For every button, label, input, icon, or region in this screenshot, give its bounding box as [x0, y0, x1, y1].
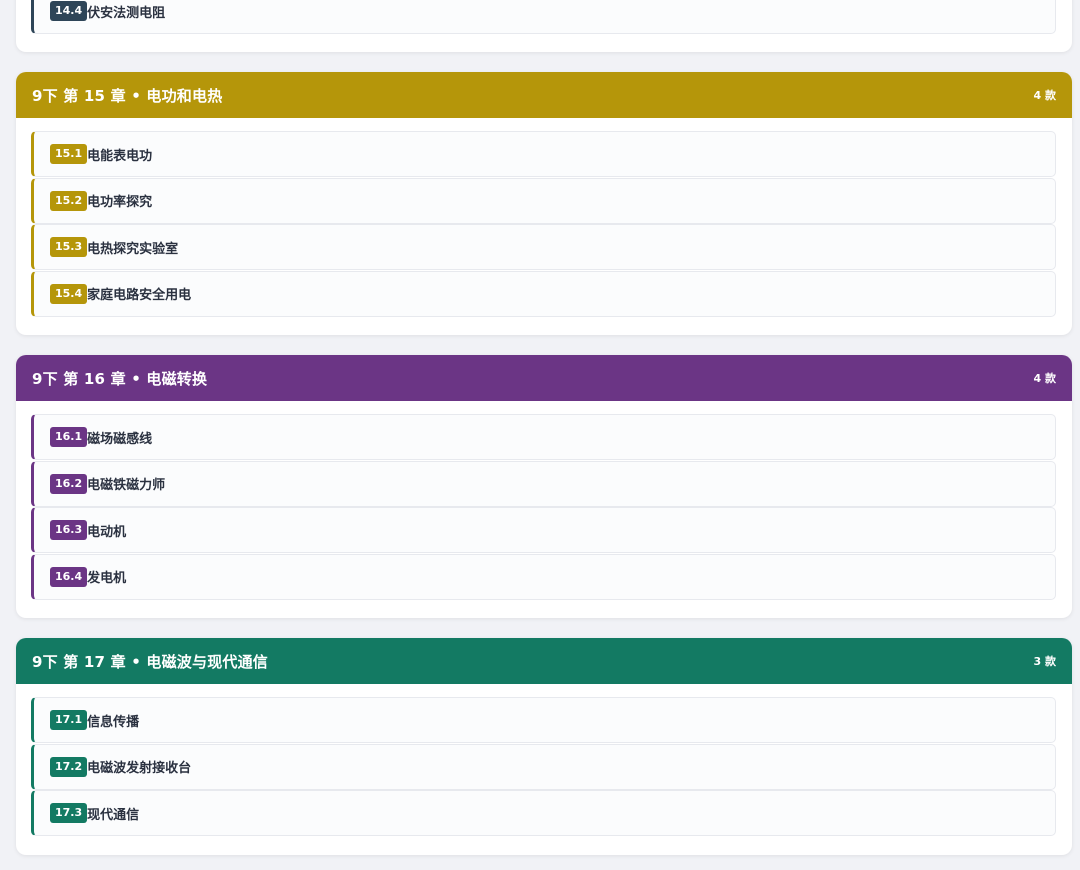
- lesson-item[interactable]: 17.3 现代通信: [31, 790, 1056, 836]
- lesson-count: 4 款: [1033, 372, 1056, 385]
- lesson-number-badge: 16.3: [50, 520, 88, 540]
- chapter-card-16: 9下 第 16 章 • 电磁转换 4 款 16.1 磁场磁感线 16.2 电磁铁…: [16, 355, 1072, 618]
- lesson-title: 电动机: [87, 524, 127, 540]
- lesson-item[interactable]: 16.4 发电机: [31, 553, 1056, 600]
- lesson-item[interactable]: 14.4 伏安法测电阻: [31, 0, 1056, 34]
- lesson-title: 家庭电路安全用电: [87, 288, 192, 303]
- lesson-number-badge: 15.3: [50, 237, 88, 257]
- lesson-number-badge: 16.1: [50, 427, 88, 447]
- lesson-number-badge: 16.4: [50, 566, 88, 587]
- lesson-number-badge: 14.4: [50, 1, 88, 21]
- lesson-title: 现代通信: [87, 807, 140, 823]
- lesson-title: 电磁铁磁力师: [87, 478, 166, 493]
- lesson-count: 4 款: [1033, 89, 1056, 102]
- lesson-item[interactable]: 15.4 家庭电路安全用电: [31, 270, 1056, 317]
- chapter-header[interactable]: 9下 第 17 章 • 电磁波与现代通信 3 款: [16, 638, 1072, 684]
- chapter-header[interactable]: 9下 第 15 章 • 电功和电热 4 款: [16, 72, 1072, 118]
- chapter-card-15: 9下 第 15 章 • 电功和电热 4 款 15.1 电能表电功 15.2 电功…: [16, 72, 1072, 335]
- lesson-number-badge: 15.1: [50, 144, 88, 164]
- lesson-item[interactable]: 16.2 电磁铁磁力师: [31, 460, 1056, 507]
- lesson-number-badge: 17.1: [50, 710, 88, 730]
- lesson-number-badge: 17.3: [50, 803, 88, 823]
- chapter-title: 9下 第 15 章 • 电功和电热: [32, 86, 223, 105]
- chapter-title: 9下 第 17 章 • 电磁波与现代通信: [32, 652, 269, 671]
- chapter-card-17: 9下 第 17 章 • 电磁波与现代通信 3 款 17.1 信息传播 17.2 …: [16, 638, 1072, 855]
- chapter-list-page: 14.4 伏安法测电阻 9下 第 15 章 • 电功和电热 4 款 15.1 电…: [0, 0, 1080, 870]
- lesson-title: 发电机: [87, 571, 127, 586]
- lesson-item[interactable]: 15.2 电功率探究: [31, 177, 1056, 224]
- chapter-header[interactable]: 9下 第 16 章 • 电磁转换 4 款: [16, 355, 1072, 401]
- lesson-number-badge: 15.4: [50, 283, 88, 304]
- lesson-number-badge: 17.2: [50, 756, 88, 777]
- lesson-item[interactable]: 15.1 电能表电功: [31, 131, 1056, 177]
- lesson-number-badge: 15.2: [50, 190, 88, 211]
- lesson-title: 磁场磁感线: [87, 431, 153, 447]
- chapter-card-14: 14.4 伏安法测电阻: [16, 0, 1072, 52]
- lesson-item[interactable]: 16.1 磁场磁感线: [31, 414, 1056, 460]
- lesson-number-badge: 16.2: [50, 473, 88, 494]
- lesson-item[interactable]: 17.1 信息传播: [31, 697, 1056, 743]
- lesson-title: 电功率探究: [87, 195, 153, 210]
- lesson-title: 电热探究实验室: [87, 241, 179, 257]
- lesson-title: 电能表电功: [87, 148, 153, 164]
- chapter-title: 9下 第 16 章 • 电磁转换: [32, 369, 208, 388]
- lesson-count: 3 款: [1033, 655, 1056, 668]
- lesson-item[interactable]: 15.3 电热探究实验室: [31, 224, 1056, 270]
- lesson-title: 电磁波发射接收台: [87, 761, 192, 776]
- lesson-title: 伏安法测电阻: [87, 5, 166, 21]
- lesson-item[interactable]: 17.2 电磁波发射接收台: [31, 743, 1056, 790]
- lesson-item[interactable]: 16.3 电动机: [31, 507, 1056, 553]
- lesson-title: 信息传播: [87, 714, 140, 730]
